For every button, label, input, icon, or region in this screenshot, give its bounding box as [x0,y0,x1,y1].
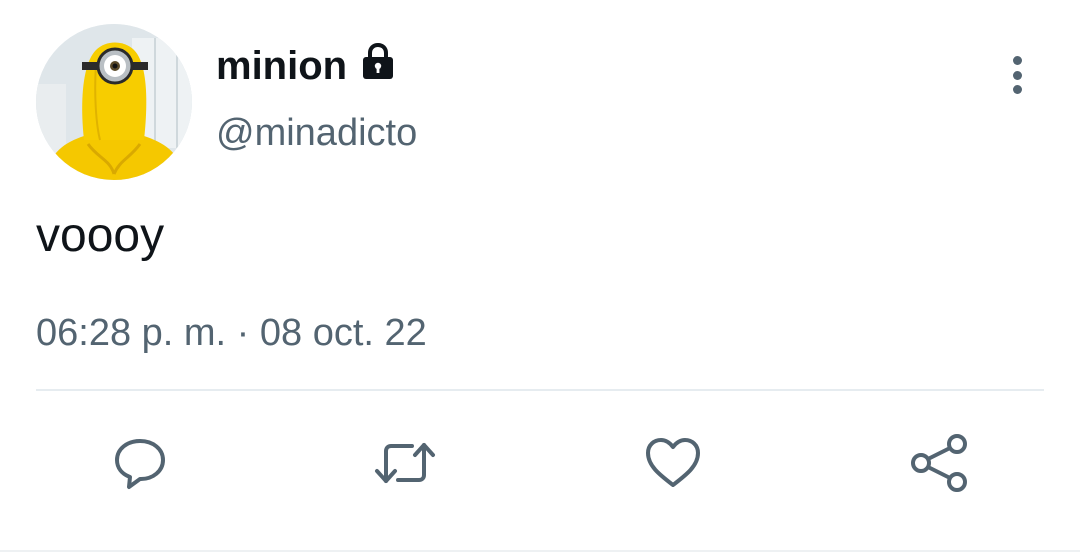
share-icon [911,434,967,492]
divider [36,389,1044,391]
tweet-text: voooy [36,209,165,262]
ellipsis-dot [1012,70,1022,80]
heart-icon [646,438,700,487]
share-button[interactable] [906,430,972,496]
more-options-button[interactable] [994,50,1040,100]
bottom-divider [0,550,1080,552]
tweet-card: minion @minadicto voooy 06:28 p. m. · 08… [0,0,1080,555]
vertical-ellipsis-icon [1012,56,1022,65]
display-name[interactable]: minion [216,40,347,92]
speech-bubble-icon [115,439,165,489]
minion-avatar-image [36,24,192,180]
ellipsis-dot [1012,85,1022,94]
action-bar [0,430,1080,496]
name-row: minion [216,40,399,92]
retweet-button[interactable] [372,430,438,496]
reply-button[interactable] [107,430,173,496]
like-button[interactable] [640,430,706,496]
retweet-icon [375,443,435,483]
lock-icon [357,41,399,83]
tweet-timestamp[interactable]: 06:28 p. m. · 08 oct. 22 [36,308,427,358]
avatar[interactable] [36,24,192,180]
user-handle[interactable]: @minadicto [216,108,417,158]
